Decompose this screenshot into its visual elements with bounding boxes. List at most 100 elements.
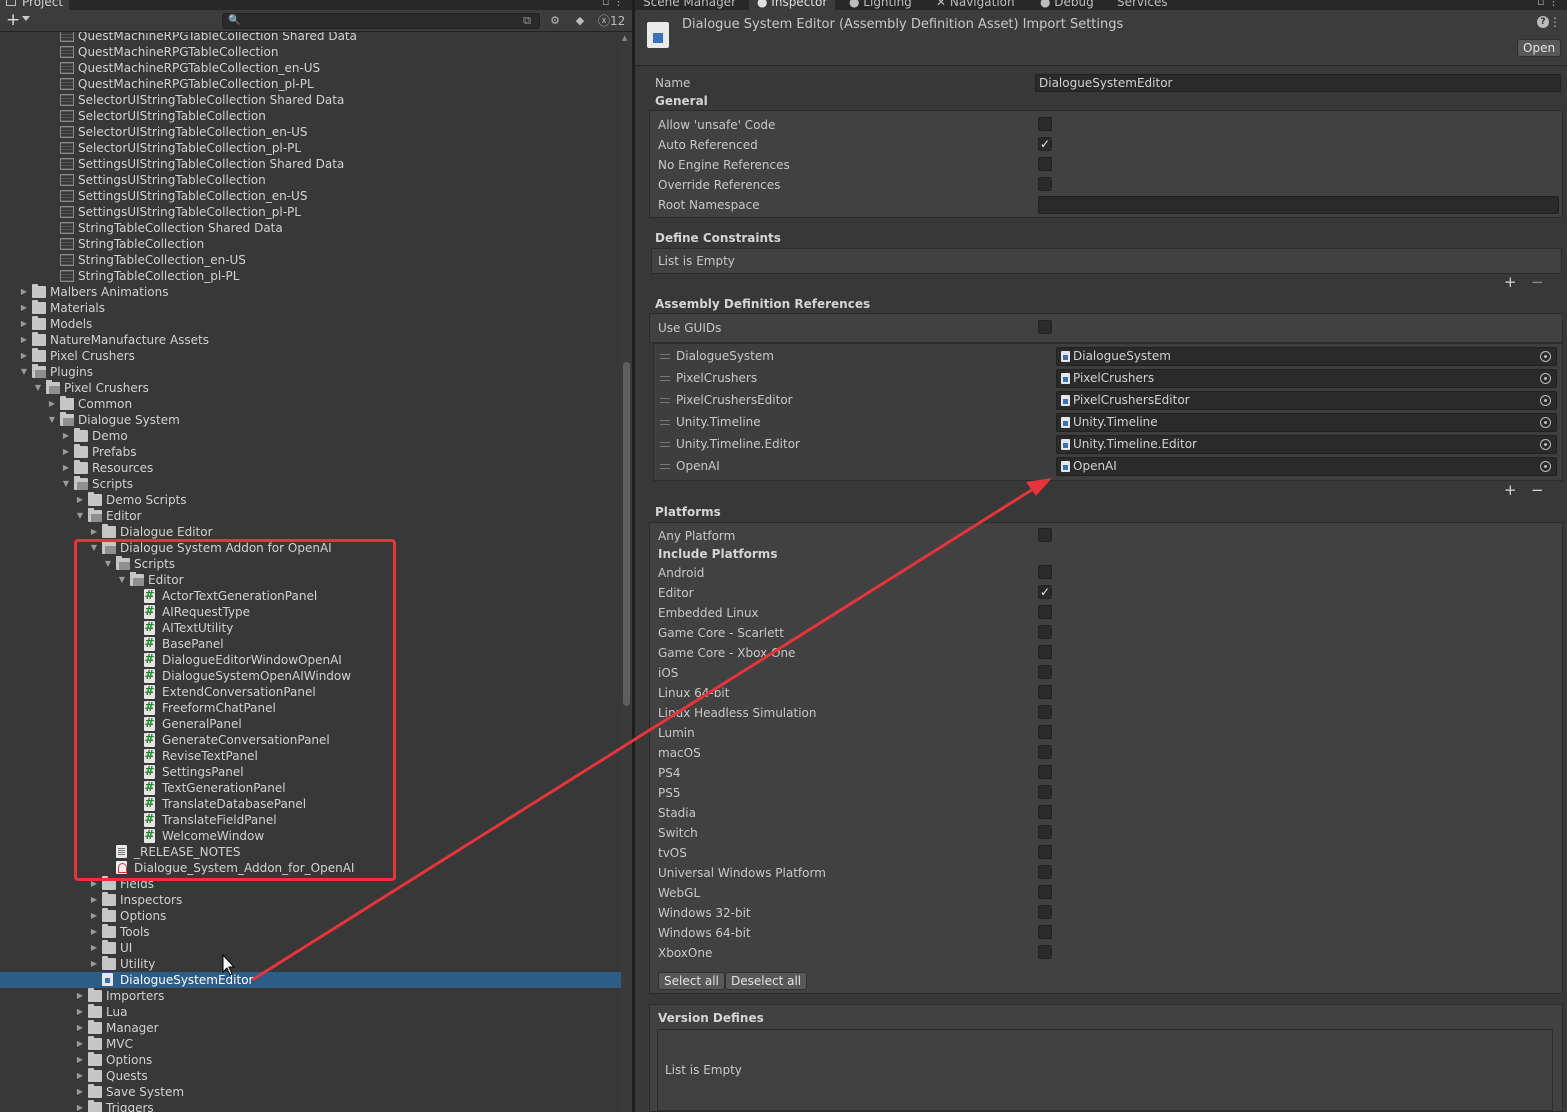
tab-debug[interactable]: ● Debug [1040,0,1094,10]
tree-item[interactable]: SelectorUIStringTableCollection_en-US [0,124,621,140]
tree-item[interactable]: QuestMachineRPGTableCollection [0,44,621,60]
platform-checkbox[interactable] [1038,905,1052,919]
tree-item[interactable]: SelectorUIStringTableCollection Shared D… [0,92,621,108]
expand-arrow-right-icon[interactable]: ▶ [74,1004,86,1020]
tree-item[interactable]: StringTableCollection [0,236,621,252]
remove-constraint-button[interactable]: − [1531,275,1544,290]
drag-handle-icon[interactable] [660,398,670,403]
tree-item[interactable]: # ReviseTextPanel [0,748,621,764]
tree-item[interactable]: # GenerateConversationPanel [0,732,621,748]
tree-item[interactable]: ▼ Plugins [0,364,621,380]
platform-checkbox[interactable] [1038,925,1052,939]
tree-item[interactable]: ▶ Pixel Crushers [0,348,621,364]
tree-item[interactable]: ▶ Dialogue Editor [0,524,621,540]
tree-item[interactable]: Dialogue_System_Addon_for_OpenAI [0,860,621,876]
expand-arrow-right-icon[interactable]: ▶ [46,396,58,412]
tree-item[interactable]: # BasePanel [0,636,621,652]
expand-arrow-right-icon[interactable]: ▶ [60,428,72,444]
tab-inspector[interactable]: ● Inspector [749,0,836,10]
object-picker-icon[interactable] [1540,373,1551,384]
more-options-icon[interactable]: ⋮ [1549,15,1561,29]
window-menu-icon[interactable]: ▫ ⋮ [602,0,624,8]
expand-arrow-right-icon[interactable]: ▶ [60,444,72,460]
tree-item[interactable]: ▼ Pixel Crushers [0,380,621,396]
general-option-checkbox[interactable] [1038,177,1052,191]
platform-checkbox[interactable] [1038,745,1052,759]
expand-arrow-right-icon[interactable]: ▶ [18,284,30,300]
filter-by-type-icon[interactable]: ⚙ [546,13,564,29]
tree-item[interactable]: ▼ Scripts [0,476,621,492]
tree-item[interactable]: ▶ Lua [0,1004,621,1020]
tree-item[interactable]: QuestMachineRPGTableCollection Shared Da… [0,32,621,44]
tree-item[interactable]: ▶ MVC [0,1036,621,1052]
platform-checkbox[interactable] [1038,665,1052,679]
platform-checkbox[interactable] [1038,605,1052,619]
tree-item[interactable]: ▶ Triggers [0,1100,621,1112]
expand-arrow-down-icon[interactable]: ▼ [102,556,114,572]
tree-item[interactable]: ▶ Manager [0,1020,621,1036]
platform-checkbox[interactable] [1038,865,1052,879]
tree-item[interactable]: ▶ NatureManufacture Assets [0,332,621,348]
add-reference-button[interactable]: + [1504,483,1517,498]
tree-item[interactable]: # WelcomeWindow [0,828,621,844]
tree-item[interactable]: # DialogueSystemOpenAIWindow [0,668,621,684]
expand-arrow-right-icon[interactable]: ▶ [88,956,100,972]
tree-item[interactable]: ▶ Fields [0,876,621,892]
deselect-all-button[interactable]: Deselect all [725,972,808,990]
tree-item[interactable]: # GeneralPanel [0,716,621,732]
tab-lighting[interactable]: ● Lighting [849,0,912,10]
tree-item[interactable]: ▼ Dialogue System [0,412,621,428]
search-by-type-icon[interactable]: ⧉ [523,14,531,28]
tree-item[interactable]: # ActorTextGenerationPanel [0,588,621,604]
tree-item[interactable]: ▶ Materials [0,300,621,316]
search-input[interactable]: 🔍 ⧉ [222,13,540,29]
root-namespace-field[interactable] [1038,196,1559,214]
reference-object-field[interactable]: PixelCrushersEditor [1056,391,1557,410]
tree-item[interactable]: ▶ Prefabs [0,444,621,460]
expand-arrow-right-icon[interactable]: ▶ [60,460,72,476]
window-menu-icon[interactable]: ▫ ⋮ [1537,0,1559,8]
tree-item[interactable]: ▼ Editor [0,508,621,524]
general-option-checkbox[interactable] [1038,117,1052,131]
platform-checkbox[interactable] [1038,565,1052,579]
expand-arrow-right-icon[interactable]: ▶ [74,1052,86,1068]
platform-checkbox[interactable] [1038,845,1052,859]
platform-checkbox[interactable] [1038,725,1052,739]
expand-arrow-right-icon[interactable]: ▶ [74,988,86,1004]
drag-handle-icon[interactable] [660,354,670,359]
expand-arrow-right-icon[interactable]: ▶ [74,1036,86,1052]
create-button[interactable]: + [6,11,20,29]
drag-handle-icon[interactable] [660,420,670,425]
tree-item[interactable]: SettingsUIStringTableCollection Shared D… [0,156,621,172]
tab-navigation[interactable]: ✕ Navigation [936,0,1015,10]
select-all-button[interactable]: Select all [658,972,725,990]
reference-object-field[interactable]: OpenAI [1056,457,1557,476]
tree-item[interactable]: ▼ Scripts [0,556,621,572]
tree-item[interactable]: StringTableCollection Shared Data [0,220,621,236]
tree-item[interactable]: # DialogueEditorWindowOpenAI [0,652,621,668]
platform-checkbox[interactable]: ✓ [1038,585,1052,599]
drag-handle-icon[interactable] [660,464,670,469]
expand-arrow-right-icon[interactable]: ▶ [74,1100,86,1112]
tree-item[interactable]: ▶ Options [0,908,621,924]
tree-item[interactable]: StringTableCollection_pl-PL [0,268,621,284]
object-picker-icon[interactable] [1540,417,1551,428]
tree-item[interactable]: ▶ Tools [0,924,621,940]
expand-arrow-down-icon[interactable]: ▼ [32,380,44,396]
tree-item[interactable]: ▶ Options [0,1052,621,1068]
tree-item[interactable]: SettingsUIStringTableCollection_en-US [0,188,621,204]
use-guids-checkbox[interactable] [1038,320,1052,334]
tab-scene-manager[interactable]: Scene Manager [643,0,736,10]
expand-arrow-right-icon[interactable]: ▶ [88,924,100,940]
expand-arrow-right-icon[interactable]: ▶ [18,300,30,316]
reference-object-field[interactable]: Unity.Timeline.Editor [1056,435,1557,454]
project-scrollbar[interactable]: ▲ [621,32,632,1112]
platform-checkbox[interactable] [1038,945,1052,959]
expand-arrow-down-icon[interactable]: ▼ [60,476,72,492]
object-picker-icon[interactable] [1540,351,1551,362]
tree-item[interactable]: # SettingsPanel [0,764,621,780]
object-picker-icon[interactable] [1540,395,1551,406]
tree-item[interactable]: ▶ Common [0,396,621,412]
expand-arrow-right-icon[interactable]: ▶ [18,332,30,348]
tree-item[interactable]: ▶ Quests [0,1068,621,1084]
